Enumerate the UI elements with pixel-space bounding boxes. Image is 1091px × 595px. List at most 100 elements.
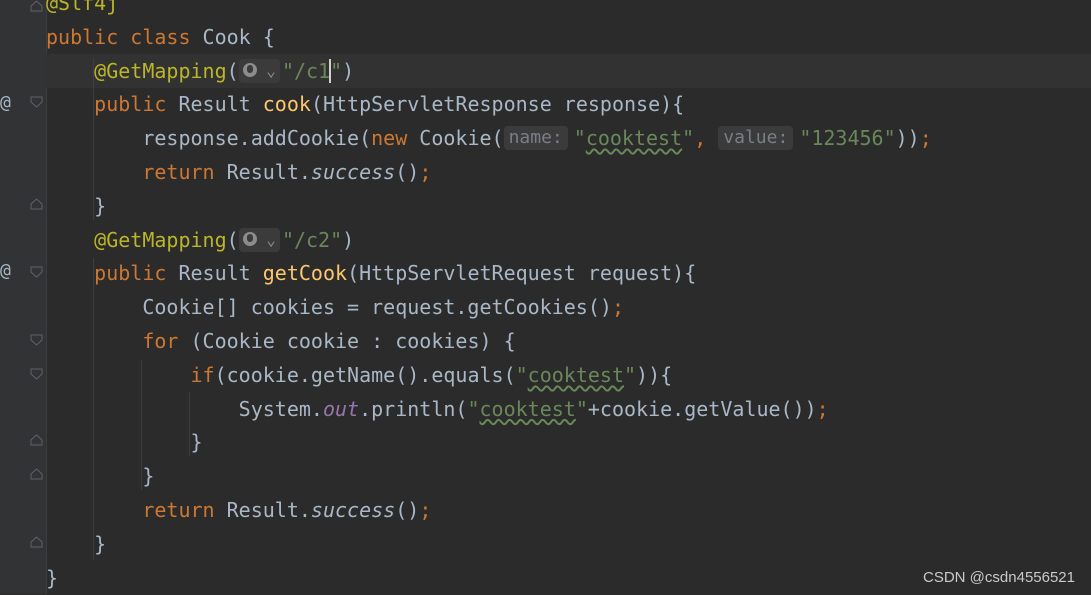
code-token: } (46, 565, 59, 590)
code-token: "123456" (799, 126, 896, 151)
code-line[interactable]: System.out.println("cooktest"+cookie.get… (46, 392, 1091, 426)
code-line[interactable]: if(cookie.getName().equals("cooktest")){ (46, 358, 1091, 392)
code-line-text: return Result.success(); (46, 155, 431, 189)
code-token: )) (895, 126, 920, 151)
code-line-text: } (46, 425, 203, 459)
code-token: cooktest (585, 126, 683, 151)
globe-icon[interactable]: ⌄ (238, 58, 280, 83)
code-line-text: } (46, 561, 58, 595)
code-token: " (624, 362, 637, 387)
code-line-text: if(cookie.getName().equals("cooktest")){ (46, 358, 673, 392)
code-token: System. (46, 396, 323, 421)
code-token: "/c2" (281, 227, 343, 252)
fold-end-icon[interactable] (30, 434, 43, 446)
code-line[interactable]: return Result.success(); (46, 155, 1091, 189)
code-token: } (46, 464, 155, 489)
fold-open-icon[interactable] (30, 368, 43, 380)
code-token: cooktest (527, 362, 624, 387)
watermark: CSDN @csdn4556521 (923, 569, 1075, 586)
globe-icon[interactable]: ⌄ (238, 227, 280, 252)
fold-open-icon[interactable] (30, 334, 43, 346)
code-token: (HttpServletResponse response){ (310, 92, 685, 117)
parameter-hint: value: (718, 126, 794, 151)
fold-end-icon[interactable] (30, 468, 43, 480)
code-token: for (142, 329, 191, 353)
code-token: (Cookie cookie : cookies) { (190, 329, 516, 353)
code-token: ; (816, 396, 829, 421)
fold-open-icon[interactable] (30, 266, 43, 278)
code-line-text: public Result cook(HttpServletResponse r… (46, 87, 684, 121)
code-line[interactable]: @GetMapping( ⌄ "/c1") (46, 53, 1091, 88)
code-line[interactable]: } (46, 425, 1091, 459)
code-token: new (371, 126, 420, 151)
indent-guide (141, 360, 142, 490)
code-line-text: public Result getCook(HttpServletRequest… (46, 256, 696, 290)
code-token: Result. (226, 498, 311, 522)
code-token: response.addCookie( (46, 126, 372, 151)
code-token: success (310, 498, 396, 522)
code-token: , (694, 126, 719, 151)
code-token: @GetMapping (94, 227, 227, 252)
code-token: return (142, 498, 227, 522)
code-line-text: System.out.println("cooktest"+cookie.get… (46, 392, 829, 426)
code-line[interactable]: } (46, 527, 1091, 561)
parameter-hint: name: (503, 126, 568, 151)
code-line[interactable]: Cookie[] cookies = request.getCookies(); (46, 290, 1091, 324)
fold-end-icon[interactable] (30, 536, 43, 548)
code-line[interactable]: public Result getCook(HttpServletRequest… (46, 256, 1091, 290)
code-token: " (330, 58, 343, 83)
code-token: .println( (359, 396, 468, 421)
code-line[interactable]: return Result.success(); (46, 493, 1091, 527)
code-token: (cookie.getName().equals( (214, 362, 516, 387)
code-token: ) (342, 227, 355, 252)
code-token: public (46, 24, 131, 49)
code-token: return (142, 160, 227, 184)
code-line[interactable]: @GetMapping( ⌄ "/c2") (46, 223, 1091, 257)
code-line[interactable]: for (Cookie cookie : cookies) { (46, 324, 1091, 358)
fold-end-icon[interactable] (30, 198, 43, 210)
code-line-text: for (Cookie cookie : cookies) { (46, 324, 516, 358)
code-token: Result (178, 261, 263, 286)
code-token: ; (611, 295, 624, 320)
code-token: cook (262, 92, 311, 117)
code-token: " (682, 126, 695, 151)
fold-end-icon[interactable] (30, 0, 43, 12)
implements-marker-icon[interactable]: @ (0, 93, 16, 113)
code-token: (HttpServletRequest request){ (347, 261, 697, 286)
code-line-text: } (46, 189, 106, 223)
code-token: Cookie[] cookies = request.getCookies() (46, 295, 612, 320)
code-line-text: @GetMapping( ⌄ "/c2") (46, 223, 354, 257)
code-line[interactable]: response.addCookie(new Cookie(name: "cook… (46, 121, 1091, 155)
code-line[interactable]: } (46, 459, 1091, 493)
code-token: cooktest (479, 396, 576, 421)
code-line-text: @Slf4j (46, 0, 118, 20)
code-line-text: } (46, 459, 154, 493)
code-token: " (573, 126, 586, 151)
code-line[interactable]: public Result cook(HttpServletResponse r… (46, 87, 1091, 121)
code-line[interactable]: } (46, 189, 1091, 223)
fold-open-icon[interactable] (30, 96, 43, 108)
indent-guide (93, 58, 94, 220)
code-token: Result (178, 92, 263, 117)
code-token: class (130, 24, 203, 49)
code-token: () (395, 498, 420, 522)
code-token: +cookie.getValue()) (587, 396, 817, 421)
code-token: "/c1 (281, 58, 331, 83)
code-token: out (322, 396, 360, 421)
code-token: getCook (262, 261, 348, 286)
code-line[interactable]: @Slf4j (46, 0, 1091, 20)
code-token: } (46, 193, 107, 218)
code-token: Cookie( (419, 126, 504, 151)
code-line[interactable]: public class Cook { (46, 20, 1091, 54)
code-token: Result. (226, 160, 311, 184)
code-token: ( (226, 58, 239, 83)
code-token: } (46, 430, 203, 455)
code-token: @GetMapping (94, 58, 227, 83)
code-token: " (467, 396, 480, 421)
implements-marker-icon[interactable]: @ (0, 261, 16, 281)
code-line-text: return Result.success(); (46, 493, 431, 527)
